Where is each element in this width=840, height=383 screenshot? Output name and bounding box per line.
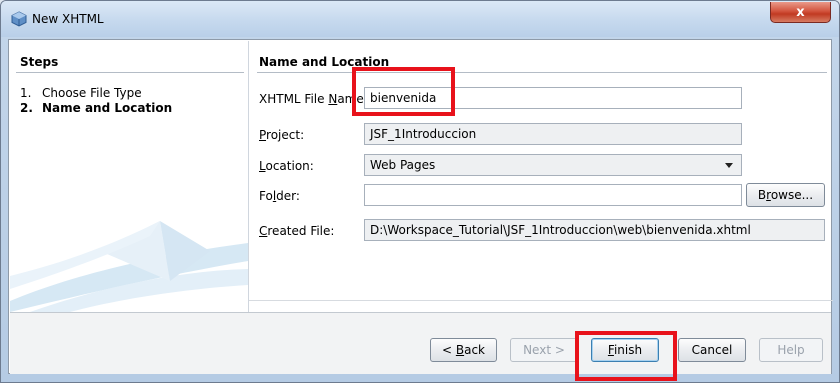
step-choose-file-type: 1. Choose File Type	[20, 86, 142, 100]
browse-button[interactable]: Browse...	[746, 183, 825, 207]
section-divider	[257, 72, 827, 73]
project-label: Project:	[259, 128, 304, 142]
chevron-down-icon[interactable]	[725, 163, 733, 168]
step-number: 2.	[20, 101, 33, 115]
label-mnemonic: N	[328, 92, 338, 106]
label-text: roject:	[266, 128, 305, 142]
button-bar: < Back Next > Finish Cancel Help	[10, 312, 831, 374]
step-name-and-location: 2. Name and Location	[20, 101, 172, 115]
label-text: der:	[276, 189, 300, 203]
steps-header: Steps	[20, 55, 59, 69]
help-button[interactable]: Help	[759, 338, 823, 362]
steps-panel: Steps 1. Choose File Type 2. Name and Loca…	[10, 41, 248, 312]
netbeans-cube-icon	[11, 11, 27, 27]
location-label: Location:	[259, 159, 314, 173]
step-label: Choose File Type	[42, 86, 142, 100]
button-text: owse...	[770, 188, 814, 202]
button-text: B	[757, 188, 767, 202]
label-text: ocation:	[265, 159, 314, 173]
name-location-panel: Name and Location XHTML File Name: bienv…	[249, 41, 831, 312]
button-text: <	[441, 343, 456, 357]
content-separator	[249, 300, 833, 301]
close-button[interactable]: x	[770, 2, 831, 23]
cancel-button[interactable]: Cancel	[678, 338, 746, 362]
next-button[interactable]: Next >	[510, 338, 578, 362]
netbeans-watermark-graphic	[10, 221, 248, 312]
step-label: Name and Location	[42, 101, 173, 115]
location-dropdown[interactable]: Web Pages	[364, 154, 742, 176]
created-file-field: D:\Workspace_Tutorial\JSF_1Introduccion\…	[364, 219, 825, 241]
project-field: JSF_1Introduccion	[364, 123, 742, 145]
location-selected-value: Web Pages	[370, 158, 436, 172]
window-title: New XHTML	[32, 12, 104, 26]
step-number: 1.	[20, 86, 32, 100]
dialog-content: Steps 1. Choose File Type 2. Name and Loca…	[8, 39, 833, 374]
close-icon: x	[796, 4, 805, 20]
label-mnemonic: P	[259, 128, 267, 142]
dialog-window: New XHTML x Steps 1. Choose File Type 2. N…	[0, 0, 840, 383]
file-name-input[interactable]: bienvenida	[364, 87, 742, 109]
label-text: Fo	[259, 189, 273, 203]
created-file-label: Created File:	[259, 224, 334, 238]
label-text: XHTML File	[259, 92, 329, 106]
folder-label: Folder:	[259, 189, 300, 203]
button-mnemonic: B	[455, 343, 465, 357]
file-name-label: XHTML File Name:	[259, 92, 368, 106]
button-text: ack	[464, 343, 485, 357]
button-text: inish	[613, 343, 643, 357]
steps-divider	[16, 72, 244, 73]
label-text: reated File:	[267, 224, 335, 238]
title-bar[interactable]: New XHTML x	[1, 1, 839, 37]
back-button[interactable]: < Back	[430, 338, 497, 362]
folder-input[interactable]	[364, 184, 742, 206]
section-title: Name and Location	[259, 55, 390, 69]
finish-button[interactable]: Finish	[591, 338, 659, 362]
